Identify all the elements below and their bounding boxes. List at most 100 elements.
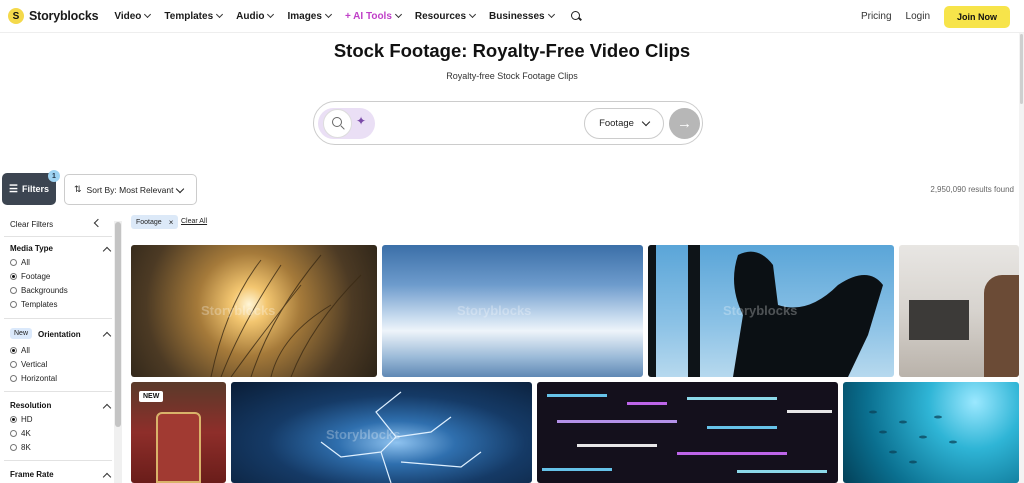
chip-label: Footage [136,218,162,226]
nav-resources[interactable]: Resources [414,10,477,22]
video-thumbnail-clouds[interactable]: Storyblocks [382,245,643,377]
radio-label: 4K [21,429,31,438]
radio-orientation-horizontal[interactable]: Horizontal [10,374,57,383]
chevron-up-icon[interactable] [102,403,112,413]
radio-media-backgrounds[interactable]: Backgrounds [10,286,68,295]
nav-audio[interactable]: Audio [236,10,275,22]
chevron-down-icon [267,10,275,19]
nav-businesses[interactable]: Businesses [489,10,555,22]
radio-selected-icon [10,273,17,280]
close-icon[interactable]: × [169,218,174,227]
radio-icon [10,444,17,451]
nav-right: Pricing Login Join Now [861,0,1010,33]
video-thumbnail-costume[interactable]: NEW [131,382,226,483]
glitch-pattern [542,394,832,473]
login-link[interactable]: Login [906,11,930,22]
nav-audio-label: Audio [236,10,265,22]
video-thumbnail-grass-sunlight[interactable]: Storyblocks [131,245,377,377]
nav-resources-label: Resources [414,10,467,22]
clear-all-link[interactable]: Clear All [181,218,207,225]
media-type-dropdown[interactable]: Footage [584,108,664,139]
search-icon[interactable] [570,10,582,22]
nav-ai-tools-label: + AI Tools [344,10,392,22]
radio-orientation-all[interactable]: All [10,346,30,355]
new-badge: NEW [139,391,164,402]
radio-icon [10,375,17,382]
page-title: Stock Footage: Royalty-Free Video Clips [333,40,691,61]
radio-selected-icon [10,347,17,354]
sort-dropdown[interactable]: ⇅ Sort By: Most Relevant [64,174,197,205]
video-thumbnail-living-room[interactable] [899,245,1019,377]
chevron-down-icon [175,184,185,194]
results-count: 2,950,090 results found [930,185,1014,194]
video-thumbnail-lightning[interactable]: Storyblocks [231,382,532,483]
divider [4,318,112,319]
cabinet-shape [909,300,969,340]
nav-businesses-label: Businesses [489,10,545,22]
chevron-down-icon [216,10,224,19]
radio-label: All [21,258,30,267]
radio-resolution-hd[interactable]: HD [10,415,33,424]
nav-ai-tools[interactable]: + AI Tools [344,10,402,22]
active-filter-chip[interactable]: Footage × [131,215,179,229]
radio-label: HD [21,415,33,424]
media-type-heading[interactable]: Media Type [10,244,53,253]
watermark: Storyblocks [723,303,798,318]
sort-icon: ⇅ [74,184,82,194]
orientation-heading[interactable]: Orientation [38,330,81,339]
fish-school [869,410,957,464]
search-icon[interactable] [323,109,352,138]
nav-images-label: Images [287,10,322,22]
chevron-down-icon [641,117,651,126]
radio-media-templates[interactable]: Templates [10,300,57,309]
search-submit-button[interactable]: → [669,108,700,139]
page-subtitle: Royalty-free Stock Footage Clips [446,71,578,81]
radio-icon [10,430,17,437]
video-thumbnail-glitch[interactable] [537,382,838,483]
resolution-heading[interactable]: Resolution [10,401,51,410]
filters-count-badge: 1 [48,170,60,182]
nav-images[interactable]: Images [287,10,332,22]
pricing-link[interactable]: Pricing [861,11,892,22]
frame-rate-heading[interactable]: Frame Rate [10,470,54,479]
radio-media-all[interactable]: All [10,258,30,267]
watermark: Storyblocks [326,427,401,442]
ai-sparkle-icon[interactable]: ✦ [356,114,366,128]
radio-label: Horizontal [21,374,58,383]
watermark: Storyblocks [201,303,276,318]
radio-media-footage[interactable]: Footage [10,272,50,281]
top-nav: S Storyblocks Video Templates Audio Imag… [0,0,1024,33]
arrow-right-icon: → [677,115,692,132]
sidebar-scrollbar-thumb[interactable] [115,222,121,427]
nav-templates-label: Templates [164,10,214,22]
clear-filters-link[interactable]: Clear Filters [10,220,53,229]
storyblocks-logo[interactable]: S Storyblocks [8,8,99,24]
video-thumbnail-fish-school[interactable] [843,382,1019,483]
radio-orientation-vertical[interactable]: Vertical [10,360,47,369]
divider [4,236,112,237]
radio-label: 8K [21,443,31,452]
page-scrollbar-thumb[interactable] [1020,34,1023,104]
radio-label: Backgrounds [21,286,68,295]
chevron-down-icon [144,10,152,19]
nav-video[interactable]: Video [114,10,152,22]
collapse-sidebar-icon[interactable] [93,218,103,228]
radio-selected-icon [10,416,17,423]
chevron-up-icon[interactable] [102,246,112,256]
nav-templates[interactable]: Templates [164,10,224,22]
chevron-up-icon[interactable] [102,331,112,341]
radio-resolution-4k[interactable]: 4K [10,429,31,438]
new-tag: New [10,328,33,339]
chevron-down-icon [468,10,477,19]
chevron-down-icon [324,10,332,19]
join-now-button[interactable]: Join Now [944,5,1010,28]
logo-icon: S [8,8,24,24]
search-bar: ✦ Footage → [313,101,703,145]
nav-video-label: Video [114,10,142,22]
search-input[interactable] [384,112,574,136]
divider [4,460,112,461]
chevron-up-icon[interactable] [102,472,112,482]
brand-name: Storyblocks [29,9,99,23]
video-thumbnail-silhouette-person[interactable]: Storyblocks [648,245,894,377]
radio-resolution-8k[interactable]: 8K [10,443,31,452]
